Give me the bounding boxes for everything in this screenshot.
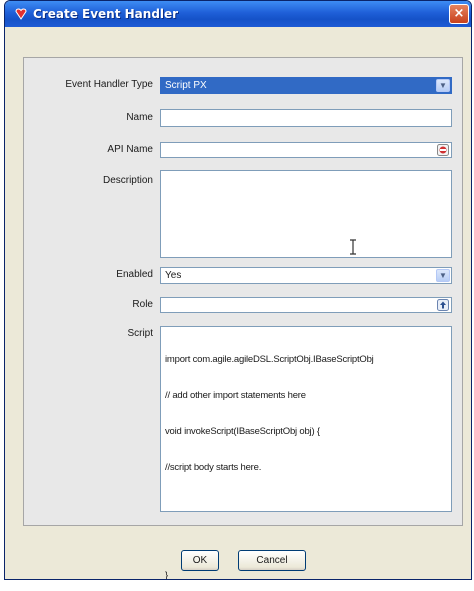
script-code: import com.agile.agileDSL.ScriptObj.IBas… [165,330,374,580]
event-handler-type-value: Script PX [165,80,207,91]
event-handler-type-select[interactable]: Script PX ▼ [160,77,452,94]
dialog-title: Create Event Handler [33,7,179,21]
enabled-label: Enabled [116,269,153,280]
enabled-select[interactable]: Yes ▼ [160,267,452,284]
script-line: import com.agile.agileDSL.ScriptObj.IBas… [165,354,374,365]
script-line: // add other import statements here [165,390,306,401]
script-label: Script [127,328,153,339]
name-input[interactable] [160,109,452,127]
edit-icon[interactable] [437,144,449,156]
chevron-down-icon[interactable]: ▼ [436,269,450,282]
script-line: //script body starts here. [165,462,262,473]
description-textarea[interactable] [160,170,452,258]
close-icon: × [453,6,465,21]
role-input[interactable] [160,297,452,313]
app-logo-icon [15,8,27,20]
script-textarea[interactable]: import com.agile.agileDSL.ScriptObj.IBas… [160,326,452,579]
title-bar[interactable]: Create Event Handler × [5,1,471,27]
role-picker-icon[interactable] [437,299,449,311]
api-name-input[interactable] [160,142,452,158]
api-name-label: API Name [107,144,153,155]
ok-button[interactable]: OK [181,550,219,571]
description-label: Description [102,175,153,186]
enabled-value: Yes [165,270,182,281]
name-label: Name [126,112,153,123]
script-line [165,534,374,546]
form-panel: Event Handler Type Script PX ▼ Name API … [23,57,463,579]
script-line: void invokeScript(IBaseScriptObj obj) { [165,426,320,437]
event-handler-type-label: Event Handler Type [65,79,153,90]
script-line: } [165,570,168,580]
close-button[interactable]: × [449,4,469,24]
text-cursor-icon [350,239,356,255]
cancel-button[interactable]: Cancel [238,550,306,571]
script-line [165,498,374,510]
create-event-handler-dialog: Create Event Handler × Event Handler Typ… [4,0,472,580]
role-label: Role [132,299,153,310]
chevron-down-icon[interactable]: ▼ [436,79,450,92]
